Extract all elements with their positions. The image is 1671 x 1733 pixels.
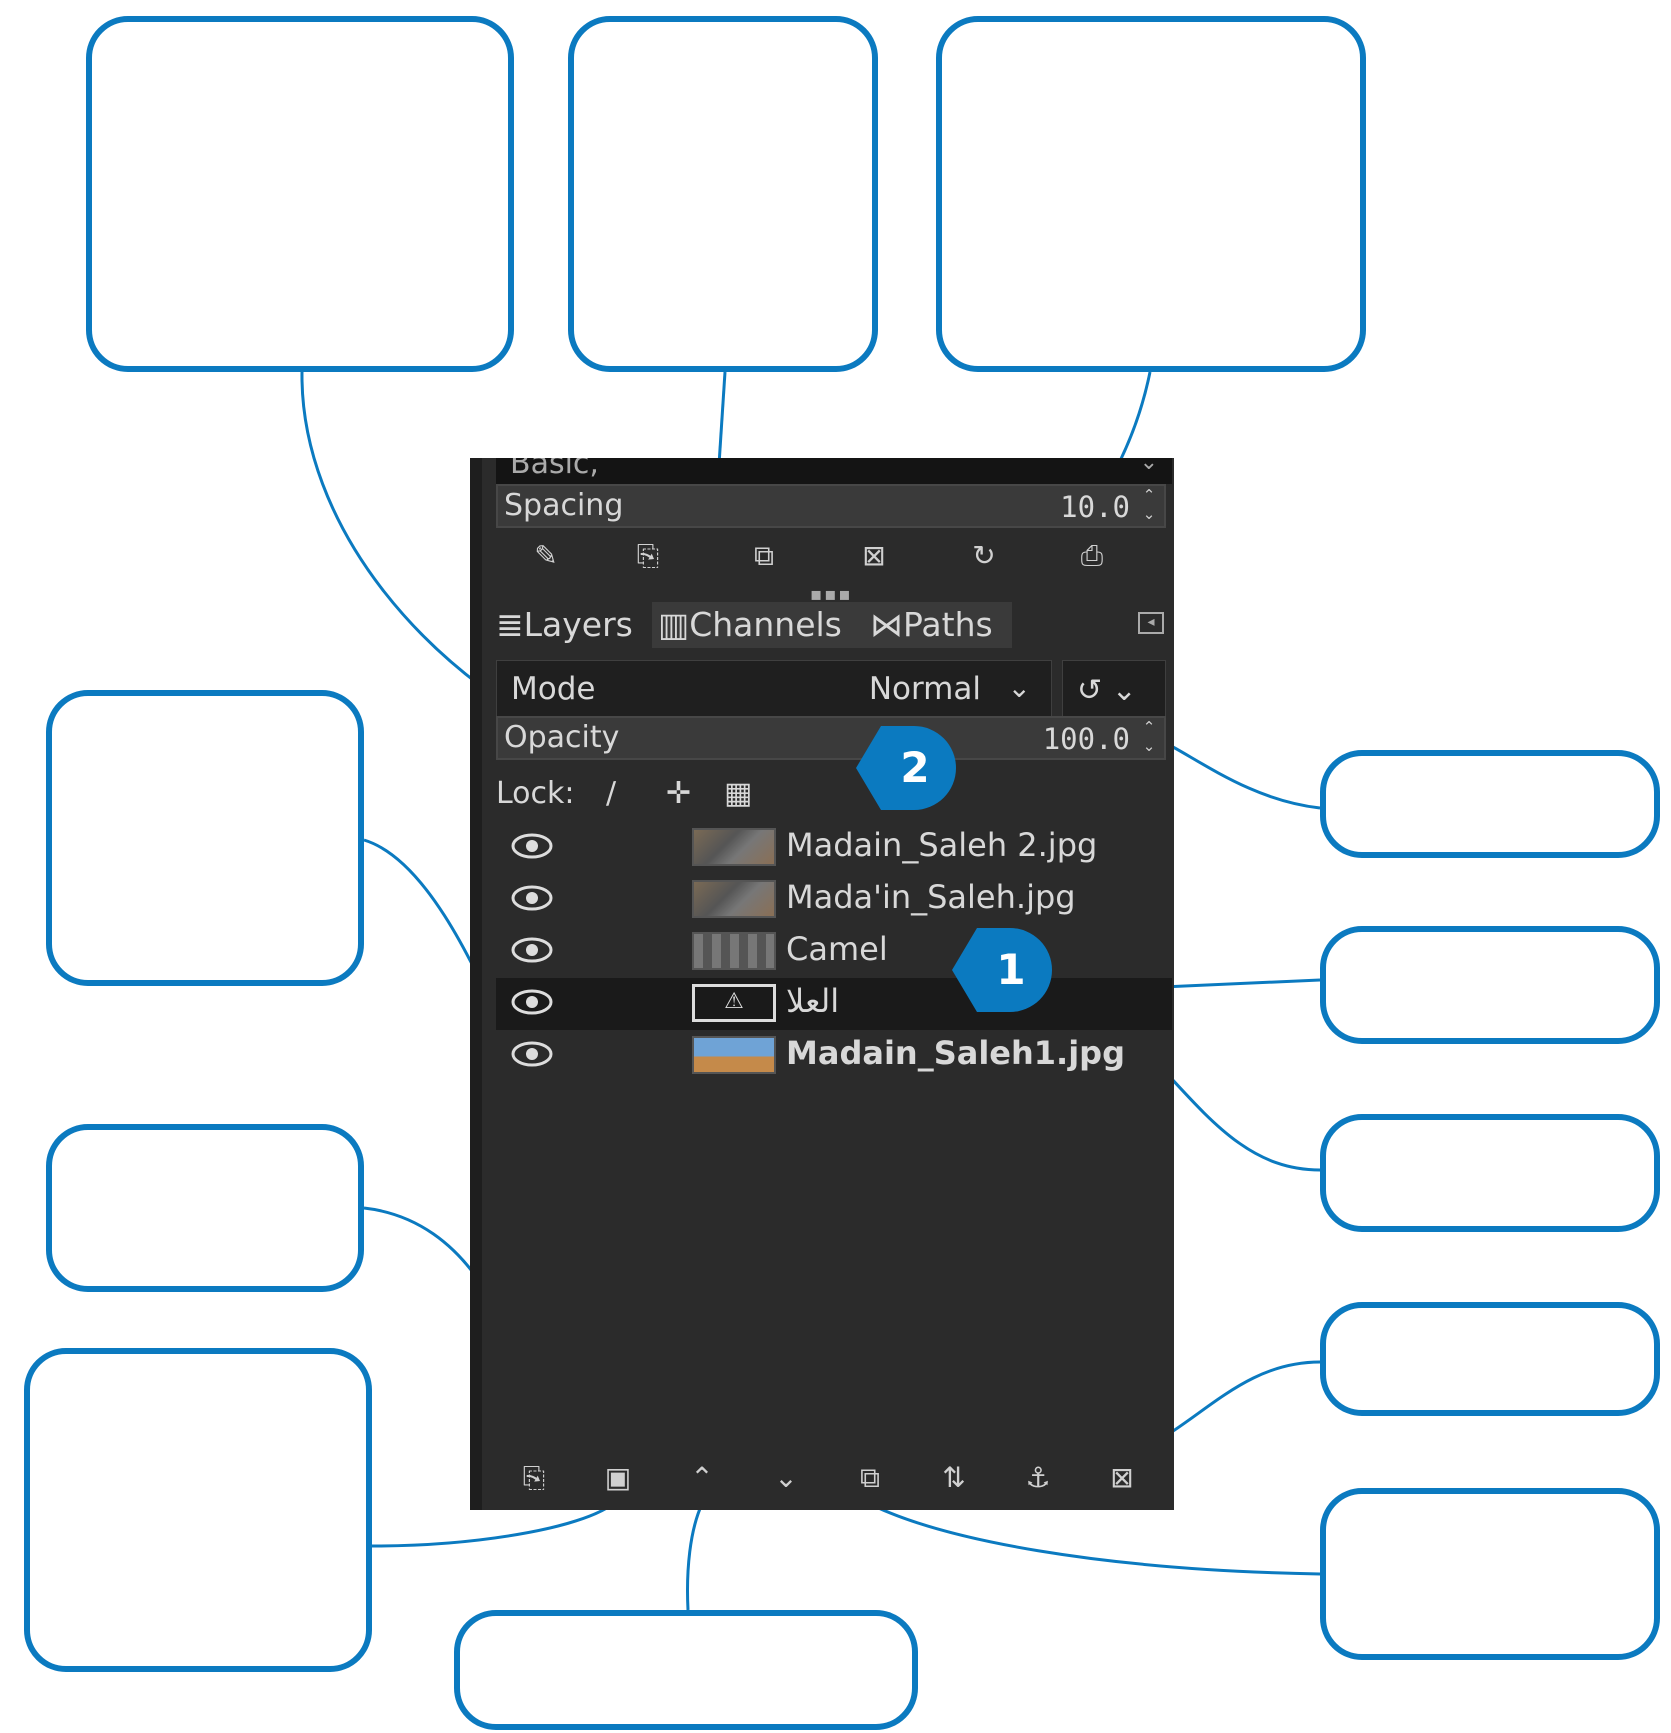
layer-thumbnail <box>692 880 776 918</box>
spin-arrows-icon[interactable]: ⌃ ⌄ <box>1140 486 1158 524</box>
lock-row: Lock: ∕ ✛ ▦ <box>496 774 1166 818</box>
answer-box-top-right[interactable] <box>936 16 1366 372</box>
mode-dropdown[interactable]: Mode Normal ⌄ <box>496 660 1052 724</box>
layer-name: Mada'in_Saleh.jpg <box>786 878 1076 916</box>
brush-preset-row[interactable]: Basic, ⌄ <box>496 458 1172 484</box>
tab-paths-label: Paths <box>903 605 993 644</box>
eye-icon[interactable] <box>510 1038 554 1070</box>
panel-edge <box>470 458 482 1510</box>
connector-delete <box>1155 1360 1321 1444</box>
duplicate-brush-icon[interactable]: ⧉ <box>742 538 786 574</box>
answer-box-bottom[interactable] <box>454 1610 918 1730</box>
eye-icon[interactable] <box>510 986 554 1018</box>
tab-layers-label: Layers <box>523 605 633 644</box>
spacing-spinner[interactable]: Spacing 10.0 ⌃ ⌄ <box>496 484 1166 528</box>
answer-box-right-4[interactable] <box>1320 1302 1660 1416</box>
connector-layer-name <box>1156 1062 1321 1172</box>
layer-row-selected[interactable]: ⚠ العلا <box>496 978 1172 1030</box>
layers-panel: Basic, ⌄ Spacing 10.0 ⌃ ⌄ ✎ ⎘ ⧉ ⊠ ↻ ⎙ ▪▪▪… <box>470 458 1174 1510</box>
spacing-label: Spacing <box>504 488 624 523</box>
tab-channels[interactable]: ▥Channels <box>652 602 868 648</box>
raise-layer-icon[interactable]: ⌃ <box>682 1458 722 1498</box>
edit-brush-icon[interactable]: ✎ <box>524 538 568 574</box>
paths-icon: ⋈ <box>870 605 903 644</box>
new-layer-icon[interactable]: ⎘ <box>514 1458 554 1498</box>
eye-icon[interactable] <box>510 934 554 966</box>
mode-label: Mode <box>511 671 596 707</box>
connector-duplicate <box>865 1500 1321 1576</box>
opacity-spinner[interactable]: Opacity 100.0 ⌃ ⌄ <box>496 716 1166 760</box>
new-group-icon[interactable]: ▣ <box>598 1458 638 1498</box>
layer-row[interactable]: Mada'in_Saleh.jpg <box>496 874 1172 926</box>
composite-icon: ↺ ⌄ <box>1077 673 1137 708</box>
delete-brush-icon[interactable]: ⊠ <box>852 538 896 574</box>
answer-box-top-middle[interactable] <box>568 16 878 372</box>
tab-menu-icon[interactable]: ◂ <box>1138 612 1164 634</box>
layer-actions-bar: ⎘ ▣ ⌃ ⌄ ⧉ ⇅ ⚓ ⊠ <box>490 1446 1174 1510</box>
duplicate-layer-icon[interactable]: ⧉ <box>850 1458 890 1498</box>
layer-thumbnail <box>692 1036 776 1074</box>
layer-name: Camel <box>786 930 888 968</box>
answer-box-right-5[interactable] <box>1320 1488 1660 1660</box>
layer-row[interactable]: Camel <box>496 926 1172 978</box>
opacity-value: 100.0 <box>1042 722 1130 756</box>
connector-raise <box>686 1503 704 1611</box>
layer-name: Madain_Saleh 2.jpg <box>786 826 1098 864</box>
answer-box-left-2[interactable] <box>46 1124 364 1292</box>
chevron-down-icon: ⌄ <box>1139 458 1158 475</box>
brush-tool-row: ✎ ⎘ ⧉ ⊠ ↻ ⎙ <box>496 532 1166 580</box>
dock-tabs: ≣Layers ▥Channels ⋈Paths ◂ <box>490 598 1174 654</box>
spacing-value: 10.0 <box>1060 490 1130 524</box>
answer-box-right-2[interactable] <box>1320 926 1660 1044</box>
tab-layers[interactable]: ≣Layers <box>490 602 652 648</box>
layer-thumbnail <box>692 828 776 866</box>
preset-label: Basic, <box>510 458 599 481</box>
layers-icon: ≣ <box>496 605 524 644</box>
chevron-down-icon: ⌄ <box>1007 671 1031 704</box>
answer-box-right-1[interactable] <box>1320 750 1660 858</box>
eye-icon[interactable] <box>510 830 554 862</box>
layer-row[interactable]: Madain_Saleh 2.jpg <box>496 822 1172 874</box>
tab-channels-label: Channels <box>689 605 842 644</box>
lower-layer-icon[interactable]: ⌄ <box>766 1458 806 1498</box>
layer-row[interactable]: Madain_Saleh1.jpg <box>496 1030 1172 1082</box>
open-as-image-icon[interactable]: ⎙ <box>1070 538 1114 574</box>
channels-icon: ▥ <box>658 605 690 644</box>
delete-layer-icon[interactable]: ⊠ <box>1102 1458 1142 1498</box>
answer-box-top-left[interactable] <box>86 16 514 372</box>
connector-opacity-spin <box>1159 738 1321 810</box>
tab-paths[interactable]: ⋈Paths <box>864 602 1012 648</box>
layer-name: Madain_Saleh1.jpg <box>786 1034 1125 1072</box>
eye-icon[interactable] <box>510 882 554 914</box>
layer-name: العلا <box>786 982 840 1020</box>
composite-mode-dropdown[interactable]: ↺ ⌄ <box>1062 660 1166 724</box>
answer-box-left-1[interactable] <box>46 690 364 986</box>
new-brush-icon[interactable]: ⎘ <box>626 538 670 574</box>
mode-value: Normal <box>868 671 981 707</box>
lock-label: Lock: <box>496 776 575 811</box>
spin-arrows-icon[interactable]: ⌃ ⌄ <box>1140 718 1158 756</box>
merge-down-icon[interactable]: ⇅ <box>934 1458 974 1498</box>
refresh-icon[interactable]: ↻ <box>962 538 1006 574</box>
anchor-layer-icon[interactable]: ⚓ <box>1018 1458 1058 1498</box>
text-layer-thumbnail: ⚠ <box>692 984 776 1022</box>
answer-box-left-3[interactable] <box>24 1348 372 1672</box>
lock-alpha-icon[interactable]: ▦ <box>724 776 752 811</box>
lock-position-icon[interactable]: ✛ <box>666 776 691 811</box>
layer-thumbnail <box>692 932 776 970</box>
opacity-label: Opacity <box>504 720 620 755</box>
answer-box-right-3[interactable] <box>1320 1114 1660 1232</box>
lock-pixels-icon[interactable]: ∕ <box>606 776 616 811</box>
